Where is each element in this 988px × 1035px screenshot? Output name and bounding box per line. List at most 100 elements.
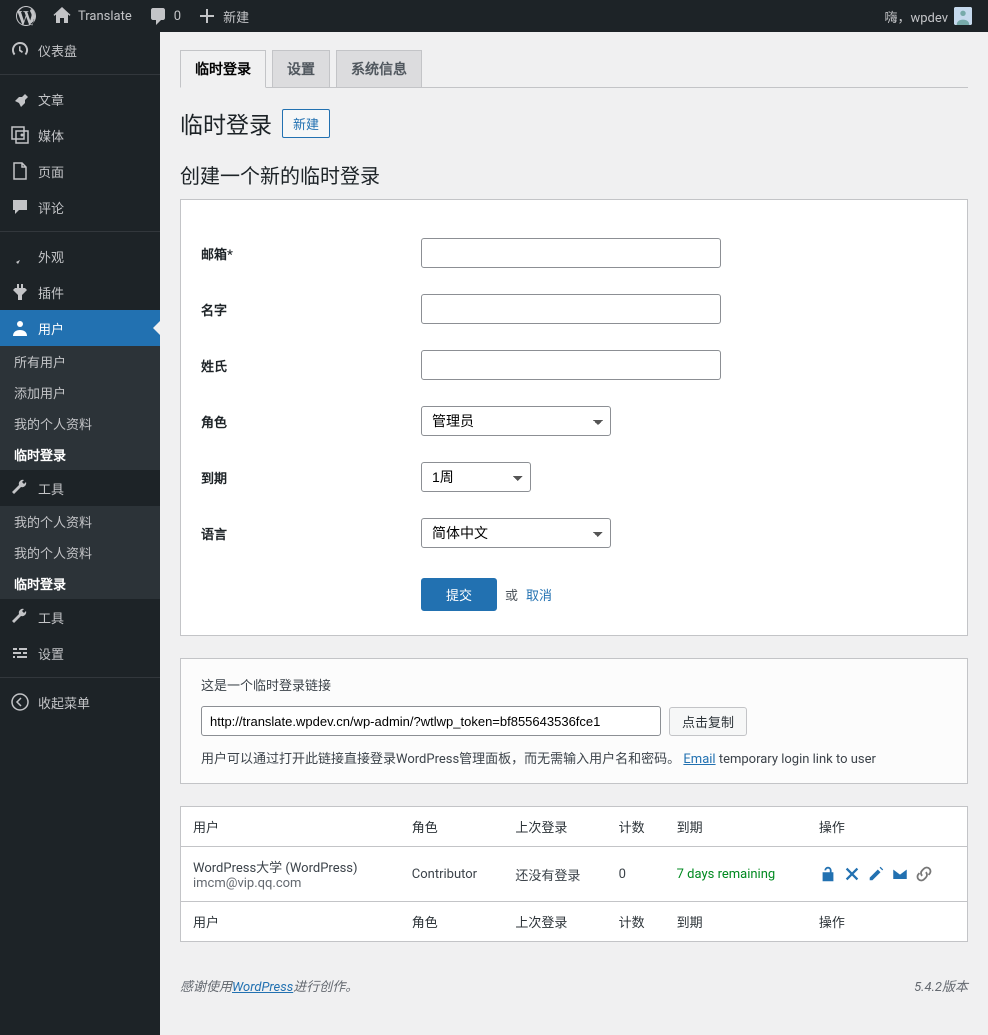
sidebar-label: 工具 <box>38 479 64 498</box>
sidebar-item-plugins[interactable]: 插件 <box>0 274 160 310</box>
howdy-text: 嗨，wpdev <box>884 7 948 26</box>
link-icon[interactable] <box>915 865 933 883</box>
sidebar-item-posts[interactable]: 文章 <box>0 81 160 117</box>
home-icon <box>52 6 72 26</box>
site-title-text: Translate <box>78 9 132 24</box>
th-last-login: 上次登录 <box>503 807 606 847</box>
th-count: 计数 <box>607 807 665 847</box>
sidebar-item-appearance[interactable]: 外观 <box>0 238 160 274</box>
sidebar-label: 媒体 <box>38 126 64 145</box>
plus-icon <box>197 6 217 26</box>
avatar <box>954 7 972 25</box>
my-account[interactable]: 嗨，wpdev <box>876 0 980 32</box>
surname-field[interactable] <box>421 350 721 380</box>
email-label: 邮箱* <box>201 244 421 263</box>
surname-label: 姓氏 <box>201 356 421 375</box>
email-link[interactable]: Email <box>683 752 715 767</box>
nav-tabs: 临时登录 设置 系统信息 <box>180 50 968 88</box>
wp-logo[interactable] <box>8 0 44 32</box>
row-user-email: imcm@vip.qq.com <box>193 876 388 891</box>
sidebar-label: 工具 <box>38 608 64 627</box>
submenu-profile[interactable]: 我的个人资料 <box>0 408 160 439</box>
submenu-profile-a[interactable]: 我的个人资料 <box>0 506 160 537</box>
link-title: 这是一个临时登录链接 <box>201 675 947 694</box>
name-label: 名字 <box>201 300 421 319</box>
footer-thanks: 感谢使用WordPress进行创作。 <box>180 976 358 995</box>
link-notice: 这是一个临时登录链接 点击复制 用户可以通过打开此链接直接登录WordPress… <box>180 658 968 784</box>
sidebar-label: 仪表盘 <box>38 41 77 60</box>
row-last-login: 还没有登录 <box>503 847 606 902</box>
sliders-icon <box>10 643 30 663</box>
sidebar-label: 设置 <box>38 644 64 663</box>
th-role: 角色 <box>400 807 504 847</box>
submenu-add-user[interactable]: 添加用户 <box>0 377 160 408</box>
media-icon <box>10 125 30 145</box>
wrench-icon <box>10 478 30 498</box>
logins-table: 用户 角色 上次登录 计数 到期 操作 WordPress大学 (WordPre… <box>180 806 968 942</box>
th-expiry: 到期 <box>665 807 807 847</box>
sidebar-item-comments[interactable]: 评论 <box>0 189 160 225</box>
page-title: 临时登录 <box>180 106 272 140</box>
lang-select[interactable]: 简体中文 <box>421 518 611 548</box>
login-link-field[interactable] <box>201 706 661 736</box>
sidebar-item-media[interactable]: 媒体 <box>0 117 160 153</box>
submenu-temp-login-b[interactable]: 临时登录 <box>0 568 160 599</box>
tab-settings[interactable]: 设置 <box>272 50 330 87</box>
tab-system-info[interactable]: 系统信息 <box>336 50 422 87</box>
wrench-icon <box>10 607 30 627</box>
comments-link[interactable]: 0 <box>140 0 189 32</box>
role-select[interactable]: 管理员 <box>421 406 611 436</box>
page-subtitle: 创建一个新的临时登录 <box>180 160 968 189</box>
sidebar-item-pages[interactable]: 页面 <box>0 153 160 189</box>
name-field[interactable] <box>421 294 721 324</box>
th-user: 用户 <box>181 807 400 847</box>
footer-version: 5.4.2版本 <box>914 976 968 995</box>
comment-icon <box>148 6 168 26</box>
site-name[interactable]: Translate <box>44 0 140 32</box>
row-role: Contributor <box>400 847 504 902</box>
sidebar-item-users[interactable]: 用户 <box>0 310 160 346</box>
lock-icon[interactable] <box>819 865 837 883</box>
mail-icon[interactable] <box>891 865 909 883</box>
new-content[interactable]: 新建 <box>189 0 257 32</box>
sidebar-item-tools[interactable]: 工具 <box>0 470 160 506</box>
sidebar-label: 文章 <box>38 90 64 109</box>
plugin-icon <box>10 282 30 302</box>
pin-icon <box>10 89 30 109</box>
new-button[interactable]: 新建 <box>282 109 330 138</box>
sidebar-label: 用户 <box>38 319 64 338</box>
tab-temp-login[interactable]: 临时登录 <box>180 50 266 88</box>
form-card: 邮箱* 名字 姓氏 角色 管理员 到期 1周 语言 简体中文 <box>180 199 968 636</box>
submit-button[interactable]: 提交 <box>421 578 497 611</box>
sidebar-label: 评论 <box>38 198 64 217</box>
row-count: 0 <box>607 847 665 902</box>
sidebar-item-tools-2[interactable]: 工具 <box>0 599 160 635</box>
cancel-link[interactable]: 取消 <box>526 585 552 604</box>
role-label: 角色 <box>201 412 421 431</box>
submenu-profile-b[interactable]: 我的个人资料 <box>0 537 160 568</box>
expiry-select[interactable]: 1周 <box>421 462 531 492</box>
submenu-all-users[interactable]: 所有用户 <box>0 346 160 377</box>
collapse-menu[interactable]: 收起菜单 <box>0 684 160 720</box>
comment-icon <box>10 197 30 217</box>
comments-count: 0 <box>174 9 181 24</box>
copy-button[interactable]: 点击复制 <box>669 707 747 736</box>
or-text: 或 <box>505 585 518 604</box>
wordpress-icon <box>16 6 36 26</box>
dashboard-icon <box>10 40 30 60</box>
sidebar-item-settings[interactable]: 设置 <box>0 635 160 671</box>
edit-icon[interactable] <box>867 865 885 883</box>
sidebar-item-dashboard[interactable]: 仪表盘 <box>0 32 160 68</box>
wordpress-link[interactable]: WordPress <box>232 980 293 995</box>
new-label: 新建 <box>223 7 249 26</box>
link-desc: 用户可以通过打开此链接直接登录WordPress管理面板，而无需输入用户名和密码… <box>201 748 947 767</box>
page-heading: 临时登录 新建 <box>180 106 968 140</box>
brush-icon <box>10 246 30 266</box>
submenu-temp-login[interactable]: 临时登录 <box>0 439 160 470</box>
row-expiry: 7 days remaining <box>665 847 807 902</box>
delete-icon[interactable] <box>843 865 861 883</box>
sidebar-label: 插件 <box>38 283 64 302</box>
email-field[interactable] <box>421 238 721 268</box>
collapse-icon <box>10 692 30 712</box>
expiry-label: 到期 <box>201 468 421 487</box>
